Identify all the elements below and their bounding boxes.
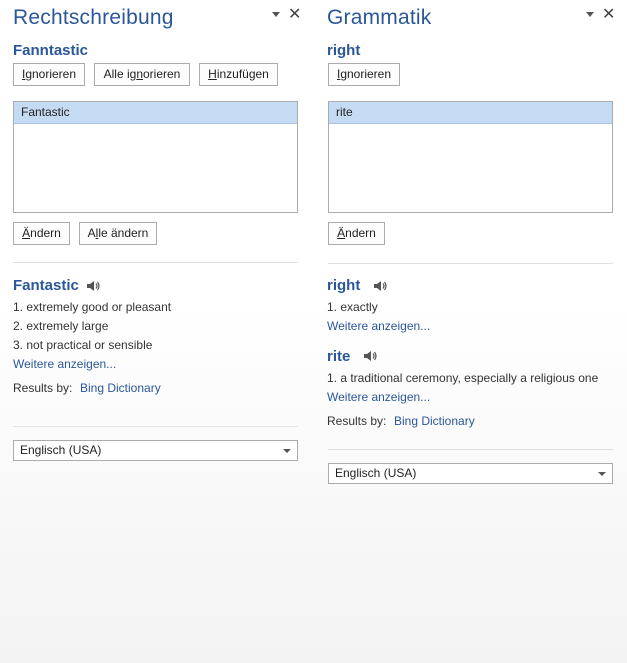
- ignore-button[interactable]: Ignorieren: [328, 63, 400, 86]
- flagged-word: right: [327, 42, 361, 59]
- definition-word: right: [327, 277, 361, 294]
- divider: [13, 426, 298, 427]
- list-item[interactable]: rite: [329, 102, 612, 124]
- language-value: Englisch (USA): [335, 466, 417, 480]
- definition-word: rite: [327, 348, 351, 365]
- definition-item: 2. extremely large: [13, 319, 109, 333]
- chevron-down-icon: [283, 449, 291, 453]
- pane-title: Rechtschreibung: [13, 6, 174, 29]
- divider: [328, 449, 613, 450]
- change-all-button[interactable]: Alle ändern: [79, 222, 157, 245]
- suggestions-list[interactable]: rite: [328, 101, 613, 213]
- bing-dictionary-link[interactable]: Bing Dictionary: [394, 414, 475, 428]
- close-icon[interactable]: ✕: [602, 7, 615, 23]
- definition-item: 3. not practical or sensible: [13, 338, 153, 352]
- language-dropdown[interactable]: Englisch (USA): [13, 440, 298, 461]
- definition-item: 1. exactly: [327, 300, 378, 314]
- more-link[interactable]: Weitere anzeigen...: [327, 390, 430, 404]
- language-dropdown[interactable]: Englisch (USA): [328, 463, 613, 484]
- chevron-down-icon[interactable]: [586, 12, 594, 17]
- chevron-down-icon: [598, 472, 606, 476]
- grammar-pane: Grammatik ✕ right Ignorieren rite Ändern…: [314, 0, 627, 663]
- bing-dictionary-link[interactable]: Bing Dictionary: [80, 381, 161, 395]
- more-link[interactable]: Weitere anzeigen...: [327, 319, 430, 333]
- definition-item: 1. a traditional ceremony, especially a …: [327, 371, 599, 385]
- definition-item: 1. extremely good or pleasant: [13, 300, 172, 314]
- pane-title: Grammatik: [327, 6, 432, 29]
- change-button[interactable]: Ändern: [328, 222, 385, 245]
- speaker-icon[interactable]: [86, 280, 100, 292]
- more-link[interactable]: Weitere anzeigen...: [13, 357, 116, 371]
- speaker-icon[interactable]: [373, 280, 387, 292]
- results-label: Results by:: [327, 414, 387, 428]
- language-value: Englisch (USA): [20, 443, 102, 457]
- results-label: Results by:: [13, 381, 73, 395]
- ignore-button[interactable]: Ignorieren: [13, 63, 85, 86]
- suggestions-list[interactable]: Fantastic: [13, 101, 298, 213]
- change-button[interactable]: Ändern: [13, 222, 70, 245]
- ignore-all-button[interactable]: Alle ignorieren: [94, 63, 190, 86]
- close-icon[interactable]: ✕: [288, 7, 301, 23]
- definition-word: Fantastic: [13, 277, 79, 294]
- add-button[interactable]: Hinzufügen: [199, 63, 278, 86]
- divider: [13, 262, 298, 263]
- chevron-down-icon[interactable]: [272, 12, 280, 17]
- misspelled-word: Fanntastic: [13, 42, 89, 59]
- speaker-icon[interactable]: [363, 350, 377, 362]
- spelling-pane: Rechtschreibung ✕ Fanntastic Ignorieren …: [0, 0, 313, 663]
- list-item[interactable]: Fantastic: [14, 102, 297, 124]
- divider: [328, 263, 613, 264]
